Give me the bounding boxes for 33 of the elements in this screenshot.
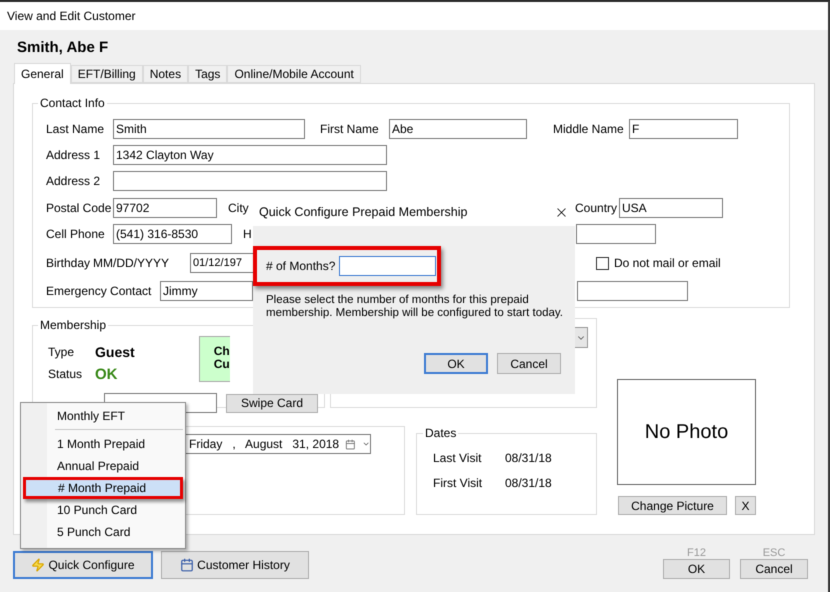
- membership-type: Guest: [95, 344, 135, 360]
- field-label: First Visit: [433, 476, 484, 490]
- hotkey-label: F12: [687, 547, 706, 559]
- field-label: Address 2: [46, 174, 102, 188]
- membership-status: OK: [95, 366, 118, 382]
- field-label: Status: [48, 367, 84, 381]
- group-title: Dates: [424, 426, 458, 440]
- field-label: First Name: [320, 122, 380, 136]
- hotkey-label: ESC: [762, 547, 786, 559]
- field-label: H: [243, 227, 253, 241]
- field-label: Last Name: [46, 122, 106, 136]
- field-label: City: [228, 201, 250, 215]
- photo-field: No Photo: [617, 379, 756, 485]
- field-label: Type: [48, 345, 76, 359]
- dialog-message: Please select the number of months for this prepaid membership. Membership will be configured to start today.: [266, 294, 564, 320]
- date-value: 08/31/18: [505, 476, 552, 490]
- field-label: Emergency Contact: [46, 284, 152, 298]
- field-label: # of Months?: [266, 259, 336, 273]
- field-label: Birthday: [46, 256, 92, 270]
- window-title: View and Edit Customer: [7, 9, 136, 23]
- field-label: Cell Phone: [46, 227, 106, 241]
- group-title: Contact Info: [39, 96, 106, 110]
- field-label: Address 1: [46, 148, 102, 162]
- dialog-title: Quick Configure Prepaid Membership: [259, 205, 468, 219]
- customer-name: Smith, Abe F: [17, 39, 108, 56]
- field-label: Postal Code: [46, 201, 112, 215]
- field-label: Country: [575, 201, 618, 215]
- field-label: Middle Name: [553, 122, 625, 136]
- group-title: Membership: [39, 318, 108, 332]
- date-value: 08/31/18: [505, 451, 552, 465]
- field-label: Do not mail or email: [614, 256, 721, 270]
- field-label: Last Visit: [433, 451, 482, 465]
- field-label: MM/DD/YYYY: [93, 256, 170, 270]
